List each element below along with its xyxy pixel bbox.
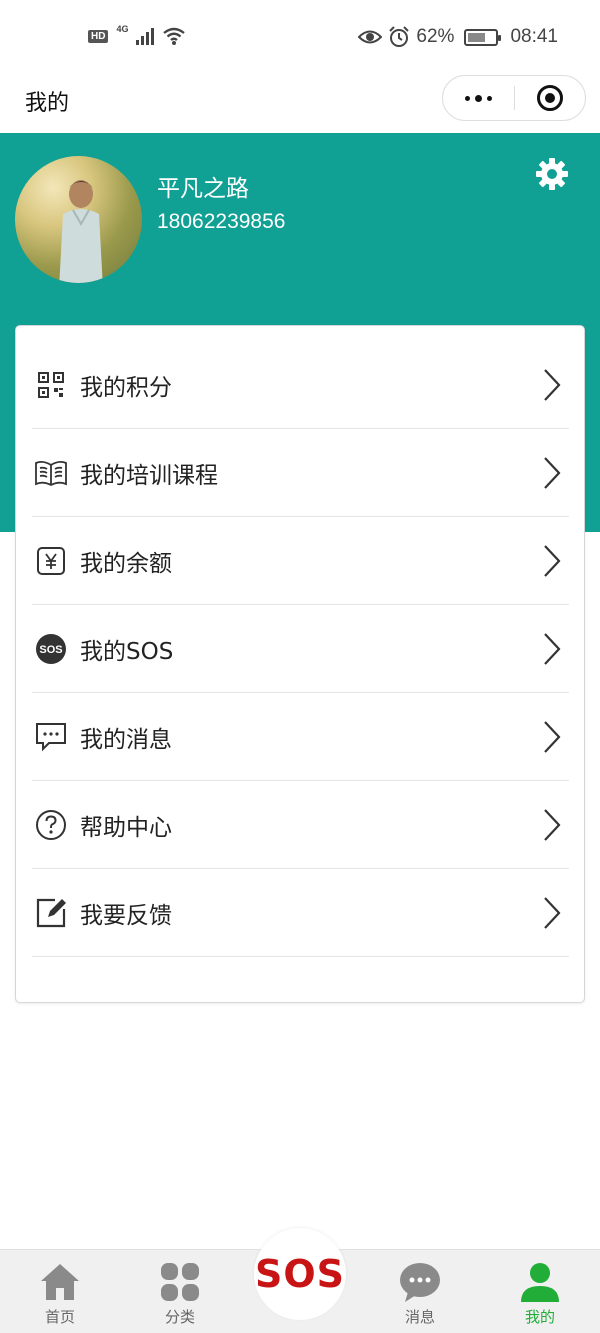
tab-category[interactable]: 分类	[120, 1250, 240, 1333]
status-right: 62% 08:41	[358, 26, 558, 48]
target-icon	[536, 85, 563, 111]
clock-time: 08:41	[510, 26, 558, 47]
grid-icon	[161, 1263, 199, 1301]
alarm-icon	[389, 26, 410, 47]
menu-item-sos[interactable]: SOS 我的SOS	[32, 605, 569, 693]
network-type: 4G	[116, 24, 129, 34]
menu-item-points[interactable]: 我的积分	[32, 341, 569, 429]
menu-item-courses[interactable]: 我的培训课程	[32, 429, 569, 517]
menu-item-label: 我要反馈	[80, 902, 172, 929]
yuan-icon	[34, 544, 68, 578]
chevron-right-icon	[544, 632, 561, 665]
page-title: 我的	[25, 91, 70, 116]
wifi-icon	[163, 27, 186, 45]
tab-label: 首页	[44, 1308, 75, 1326]
menu-item-messages[interactable]: 我的消息	[32, 693, 569, 781]
phone-number: 18062239856	[157, 210, 286, 233]
qr-code-icon	[34, 368, 68, 402]
status-bar: HD 4G 62% 08:41	[0, 0, 600, 75]
book-icon	[34, 456, 68, 490]
signal-icon	[136, 27, 155, 45]
chevron-right-icon	[544, 896, 561, 929]
avatar[interactable]	[15, 156, 142, 283]
sos-button[interactable]: SOS	[254, 1228, 346, 1320]
menu-item-label: 帮助中心	[80, 814, 172, 841]
menu-item-label: 我的SOS	[80, 638, 174, 665]
chat-icon	[400, 1263, 440, 1302]
sos-button-label: SOS	[254, 1252, 346, 1296]
message-icon	[34, 720, 68, 754]
menu-card: 我的积分 我的培训课程 我的余额 SOS 我的SOS 我的消息 帮助中心 我要反…	[15, 325, 585, 1003]
menu-item-label: 我的积分	[80, 374, 172, 401]
chevron-right-icon	[544, 456, 561, 489]
menu-item-balance[interactable]: 我的余额	[32, 517, 569, 605]
person-icon	[521, 1263, 559, 1302]
sos-icon: SOS	[34, 632, 68, 666]
tab-mine[interactable]: 我的	[480, 1250, 600, 1333]
mini-program-capsule	[442, 75, 586, 121]
help-icon	[34, 808, 68, 842]
feedback-icon	[34, 896, 68, 930]
close-mini-program-button[interactable]	[515, 76, 586, 120]
battery-icon	[464, 28, 502, 46]
username: 平凡之路	[157, 176, 249, 202]
more-menu-button[interactable]	[443, 76, 514, 120]
home-icon	[41, 1264, 79, 1300]
status-left: HD 4G	[88, 24, 186, 46]
tab-messages[interactable]: 消息	[360, 1250, 480, 1333]
menu-item-label: 我的培训课程	[80, 462, 218, 489]
sos-icon-text: SOS	[39, 644, 62, 656]
tab-label: 分类	[164, 1308, 195, 1326]
eye-icon	[358, 30, 383, 44]
tab-label: 消息	[404, 1308, 435, 1326]
menu-item-help[interactable]: 帮助中心	[32, 781, 569, 869]
settings-gear-icon[interactable]	[535, 157, 569, 191]
battery-percent: 62%	[416, 26, 455, 47]
tab-home[interactable]: 首页	[0, 1250, 120, 1333]
chevron-right-icon	[544, 808, 561, 841]
chevron-right-icon	[544, 544, 561, 577]
avatar-photo	[59, 180, 103, 283]
chevron-right-icon	[544, 720, 561, 753]
hd-badge: HD	[88, 29, 109, 43]
chevron-right-icon	[544, 368, 561, 401]
menu-item-label: 我的消息	[80, 726, 172, 753]
tab-label: 我的	[524, 1308, 555, 1326]
nav-bar: 我的	[0, 75, 600, 133]
menu-item-label: 我的余额	[80, 550, 172, 577]
menu-item-feedback[interactable]: 我要反馈	[32, 869, 569, 957]
